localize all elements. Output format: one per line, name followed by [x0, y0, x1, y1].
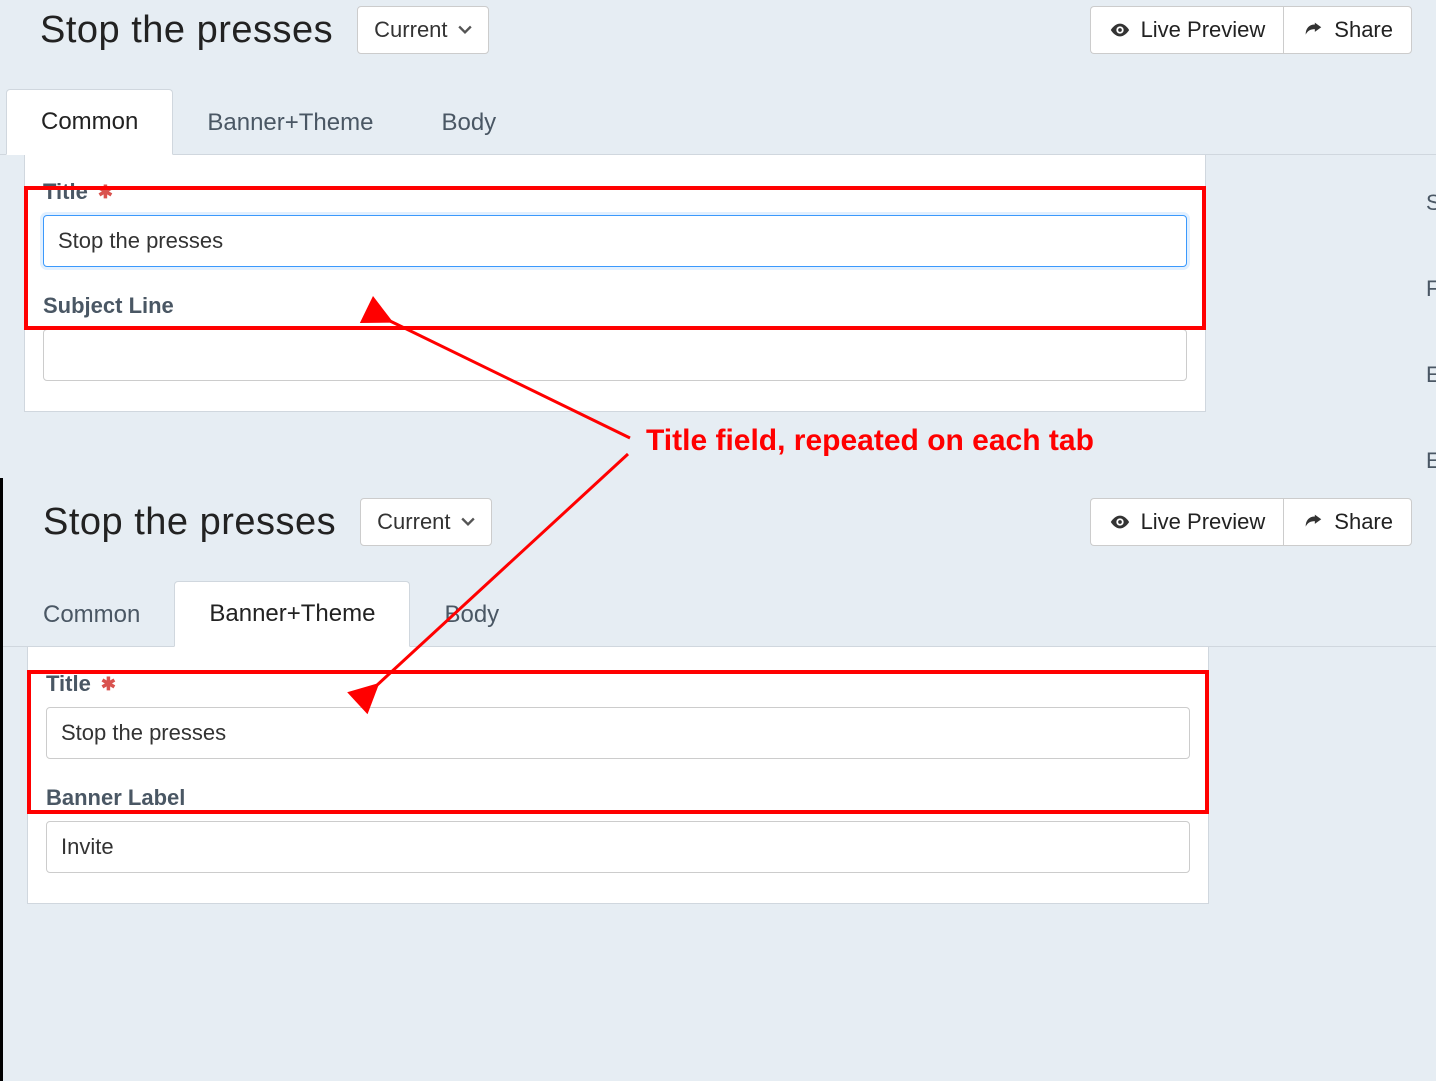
header-row: Stop the presses Current Live Preview: [3, 478, 1436, 556]
share-icon: [1302, 511, 1324, 533]
tab-bar: Common Banner+Theme Body: [3, 580, 1436, 647]
tab-banner-theme[interactable]: Banner+Theme: [174, 581, 410, 647]
title-input[interactable]: [43, 215, 1187, 267]
version-dropdown[interactable]: Current: [357, 6, 488, 54]
live-preview-button[interactable]: Live Preview: [1090, 498, 1284, 546]
share-icon: [1302, 19, 1324, 41]
version-dropdown[interactable]: Current: [360, 498, 491, 546]
page-title: Stop the presses: [40, 9, 333, 52]
subject-field-group: Subject Line: [43, 293, 1187, 381]
form-panel: Title ✱ Subject Line: [24, 155, 1206, 412]
required-asterisk-icon: ✱: [98, 182, 113, 203]
header-actions: Live Preview Share: [1090, 498, 1412, 546]
subject-line-label: Subject Line: [43, 293, 1187, 319]
title-label: Title ✱: [43, 179, 1187, 205]
tab-common[interactable]: Common: [6, 89, 173, 155]
title-label: Title ✱: [46, 671, 1190, 697]
page-title: Stop the presses: [43, 501, 336, 544]
header-actions: Live Preview Share: [1090, 6, 1412, 54]
title-field-group: Title ✱: [46, 671, 1190, 759]
annotation-callout-text: Title field, repeated on each tab: [646, 424, 1094, 458]
right-sidebar-fragment: S F E E: [1426, 190, 1436, 474]
banner-label-field-group: Banner Label: [46, 785, 1190, 873]
title-input[interactable]: [46, 707, 1190, 759]
chevron-down-icon: [461, 514, 475, 530]
tab-body[interactable]: Body: [410, 583, 533, 647]
eye-icon: [1109, 511, 1131, 533]
chevron-down-icon: [458, 22, 472, 38]
share-button[interactable]: Share: [1283, 498, 1412, 546]
version-dropdown-label: Current: [374, 17, 447, 43]
composite-screenshot: Stop the presses Current Live Preview: [0, 0, 1436, 1081]
panel-banner-tab: Stop the presses Current Live Preview: [0, 478, 1436, 1081]
tab-bar: Common Banner+Theme Body: [0, 88, 1436, 155]
version-dropdown-label: Current: [377, 509, 450, 535]
header-row: Stop the presses Current Live Preview: [0, 0, 1436, 64]
banner-label-label: Banner Label: [46, 785, 1190, 811]
tab-common[interactable]: Common: [9, 583, 174, 647]
share-button[interactable]: Share: [1283, 6, 1412, 54]
banner-label-input[interactable]: [46, 821, 1190, 873]
subject-line-input[interactable]: [43, 329, 1187, 381]
share-label: Share: [1334, 509, 1393, 535]
eye-icon: [1109, 19, 1131, 41]
live-preview-label: Live Preview: [1141, 17, 1266, 43]
live-preview-label: Live Preview: [1141, 509, 1266, 535]
required-asterisk-icon: ✱: [101, 674, 116, 695]
title-field-group: Title ✱: [43, 179, 1187, 267]
live-preview-button[interactable]: Live Preview: [1090, 6, 1284, 54]
panel-common-tab: Stop the presses Current Live Preview: [0, 0, 1436, 478]
form-panel: Title ✱ Banner Label: [27, 647, 1209, 904]
tab-banner-theme[interactable]: Banner+Theme: [173, 91, 407, 155]
share-label: Share: [1334, 17, 1393, 43]
tab-body[interactable]: Body: [407, 91, 530, 155]
